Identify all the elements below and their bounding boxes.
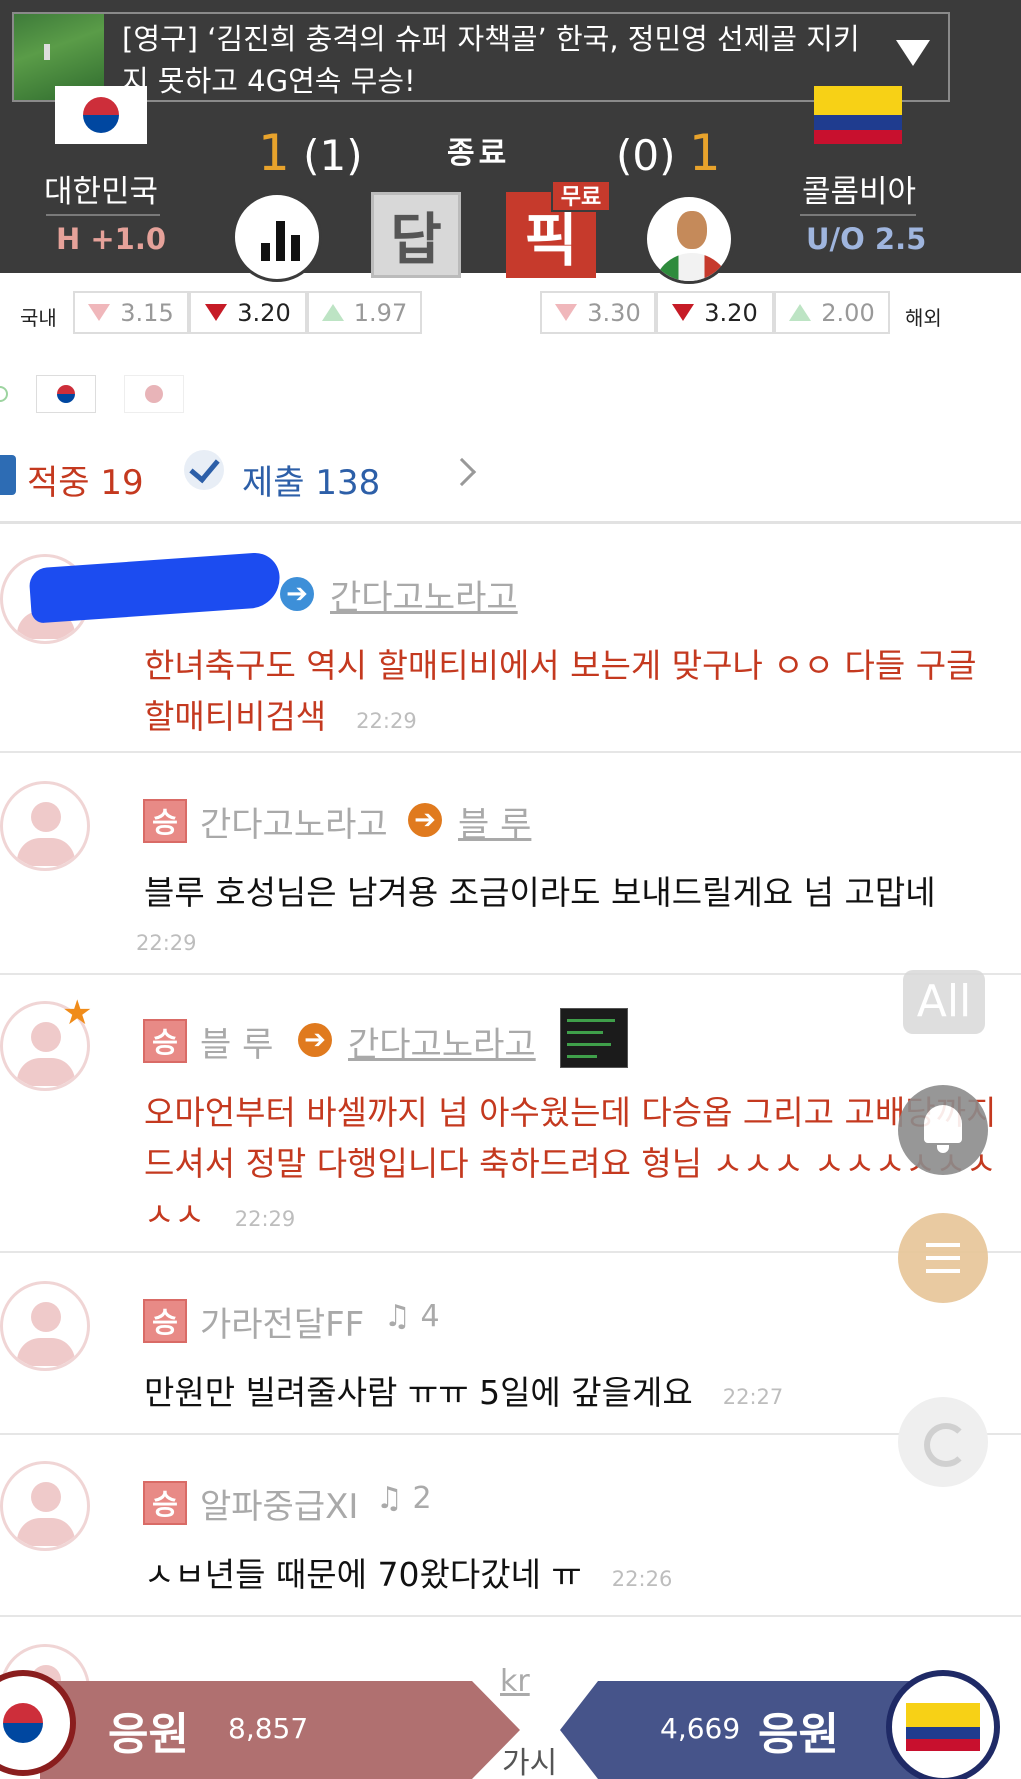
hit-icon — [0, 455, 16, 495]
bell-count: ♫ 2 — [376, 1481, 432, 1516]
bell-icon[interactable] — [898, 1085, 988, 1175]
up-arrow-icon — [321, 304, 344, 321]
star-icon: ★ — [62, 993, 93, 1033]
home-score-final: 1 — [258, 124, 290, 182]
all-filter-button[interactable]: All — [903, 970, 985, 1034]
colombia-flag-icon — [886, 1670, 1000, 1779]
comment-time: 22:26 — [611, 1567, 673, 1591]
odd-domestic-home[interactable]: 3.15 — [73, 291, 189, 334]
odd-overseas-away[interactable]: 2.00 — [774, 291, 890, 334]
japan-flag-icon — [145, 385, 163, 403]
down-arrow-icon — [555, 304, 578, 321]
win-badge: 승 — [143, 799, 187, 843]
answer-button[interactable]: 답 — [371, 192, 461, 278]
hit-stat[interactable]: 적중 19 — [27, 455, 144, 504]
comment-text: 만원만 빌려줄사람 ㅠㅠ 5일에 갚을게요 22:27 — [144, 1373, 784, 1412]
comment-time: 22:29 — [356, 709, 417, 733]
submit-stat[interactable]: 제출 138 — [242, 455, 380, 504]
comment-time: 22:29 — [234, 1207, 296, 1231]
down-arrow-icon — [672, 304, 695, 321]
reply-target-name[interactable]: 블 루 — [458, 797, 531, 846]
down-arrow-icon — [205, 304, 228, 321]
match-status: 종료 — [447, 136, 511, 171]
korea-flag-icon — [57, 385, 75, 403]
comment-time: 22:29 — [136, 931, 197, 955]
colombia-flag-icon — [814, 86, 902, 144]
comment-text: 오마언부터 바셀까지 넘 아수웠는데 다승옵 그리고 고배당까지 드셔서 정말 … — [144, 1093, 997, 1234]
cheer-away-button[interactable] — [560, 1681, 940, 1779]
home-team-name: 대한민국 — [44, 174, 159, 210]
japan-filter-flag[interactable] — [124, 375, 184, 413]
home-score-half: (1) — [303, 131, 363, 180]
reply-target-name[interactable]: 간다고노라고 — [348, 1017, 536, 1066]
reply-target-name[interactable]: kr — [500, 1664, 530, 1699]
refresh-icon[interactable] — [898, 1397, 988, 1487]
bar-chart-icon — [261, 217, 301, 261]
menu-icon[interactable] — [898, 1213, 988, 1303]
odd-overseas-draw[interactable]: 3.20 — [656, 291, 774, 334]
away-score: (0) 1 — [616, 124, 721, 182]
comment-text: ㅅㅂ년들 때문에 70왔다갔네 ㅠ 22:26 — [144, 1555, 673, 1594]
cheer-home-count: 8,857 — [228, 1712, 309, 1745]
win-badge: 승 — [143, 1481, 187, 1525]
win-badge: 승 — [143, 1299, 187, 1343]
arrow-right-icon: ➔ — [280, 577, 314, 611]
overseas-label: 해외 — [905, 306, 942, 330]
comment-item: 승 알파중급XI ♫ 2 ㅅㅂ년들 때문에 70왔다갔네 ㅠ 22:26 — [0, 1435, 1021, 1617]
odd-domestic-draw[interactable]: 3.20 — [189, 291, 307, 334]
news-banner[interactable]: [영구] ‘김진희 충격의 슈퍼 자책골’ 한국, 정민영 선제골 지키지 못하… — [12, 12, 950, 102]
away-score-half: (0) — [616, 131, 676, 180]
stats-button[interactable] — [232, 192, 322, 282]
korea-flag-icon — [55, 86, 147, 144]
news-headline[interactable]: [영구] ‘김진희 충격의 슈퍼 자책골’ 한국, 정민영 선제골 지키지 못하… — [122, 18, 882, 102]
comment-text: 블루 호성님은 남겨용 조금이라도 보내드릴게요 넘 고맙네 — [144, 873, 936, 912]
odd-overseas-home[interactable]: 3.30 — [540, 291, 656, 334]
user-avatar[interactable] — [0, 1281, 90, 1371]
cheer-home-label: 응원 — [108, 1709, 189, 1760]
domestic-label: 국내 — [20, 306, 57, 330]
author-name[interactable]: 간다고노라고 — [200, 797, 388, 846]
arrow-right-icon: ➔ — [298, 1023, 332, 1057]
match-header: [영구] ‘김진희 충격의 슈퍼 자책골’ 한국, 정민영 선제골 지키지 못하… — [0, 0, 1021, 284]
free-badge: 무료 — [551, 180, 611, 212]
odd-domestic-away[interactable]: 1.97 — [307, 291, 422, 334]
home-score: 1 (1) — [258, 124, 363, 182]
chevron-down-icon[interactable] — [896, 40, 930, 66]
cheer-away-label: 응원 — [758, 1709, 839, 1760]
cheer-away-count: 4,669 — [660, 1712, 741, 1745]
check-icon — [184, 450, 224, 490]
win-badge: 승 — [143, 1019, 187, 1063]
comment-item: ➔ 간다고노라고 한녀축구도 역시 할매티비에서 보는게 맞구나 ㅇㅇ 다들 구… — [0, 524, 1021, 753]
divider — [46, 214, 160, 216]
user-avatar[interactable] — [0, 781, 90, 871]
author-name[interactable]: 알파중급XI — [200, 1479, 358, 1528]
player-avatar-icon — [677, 211, 707, 249]
chevron-right-icon[interactable] — [447, 457, 477, 487]
author-name[interactable]: 가라전달FF — [200, 1297, 364, 1346]
divider — [800, 214, 916, 216]
away-team-name: 콜롬비아 — [802, 174, 917, 210]
comment-item: 승 간다고노라고 ➔ 블 루 블루 호성님은 남겨용 조금이라도 보내드릴게요 … — [0, 753, 1021, 975]
korea-filter-flag[interactable] — [36, 375, 96, 413]
bell-count: ♫ 4 — [384, 1299, 440, 1334]
home-handicap: H +1.0 — [56, 222, 167, 256]
arrow-right-icon: ➔ — [408, 803, 442, 837]
up-arrow-icon — [789, 304, 812, 321]
comment-text: 한녀축구도 역시 할매티비에서 보는게 맞구나 ㅇㅇ 다들 구글할매티비검색 22… — [144, 646, 977, 736]
comment-item: ★ 승 블 루 ➔ 간다고노라고 오마언부터 바셀까지 넘 아수웠는데 다승옵 … — [0, 975, 1021, 1253]
author-name[interactable]: 블 루 — [200, 1017, 273, 1066]
partial-comment-text: 가시 — [502, 1746, 558, 1779]
comment-time: 22:27 — [722, 1385, 784, 1409]
away-score-final: 1 — [688, 124, 721, 182]
away-overunder: U/O 2.5 — [806, 222, 927, 256]
status-dot-icon — [0, 386, 8, 402]
comment-item: 승 가라전달FF ♫ 4 만원만 빌려줄사람 ㅠㅠ 5일에 갚을게요 22:27 — [0, 1253, 1021, 1435]
reply-target-name[interactable]: 간다고노라고 — [330, 570, 518, 619]
attached-image[interactable] — [560, 1008, 628, 1068]
down-arrow-icon — [88, 304, 111, 321]
player-button[interactable] — [644, 194, 734, 284]
user-avatar[interactable] — [0, 1461, 90, 1551]
